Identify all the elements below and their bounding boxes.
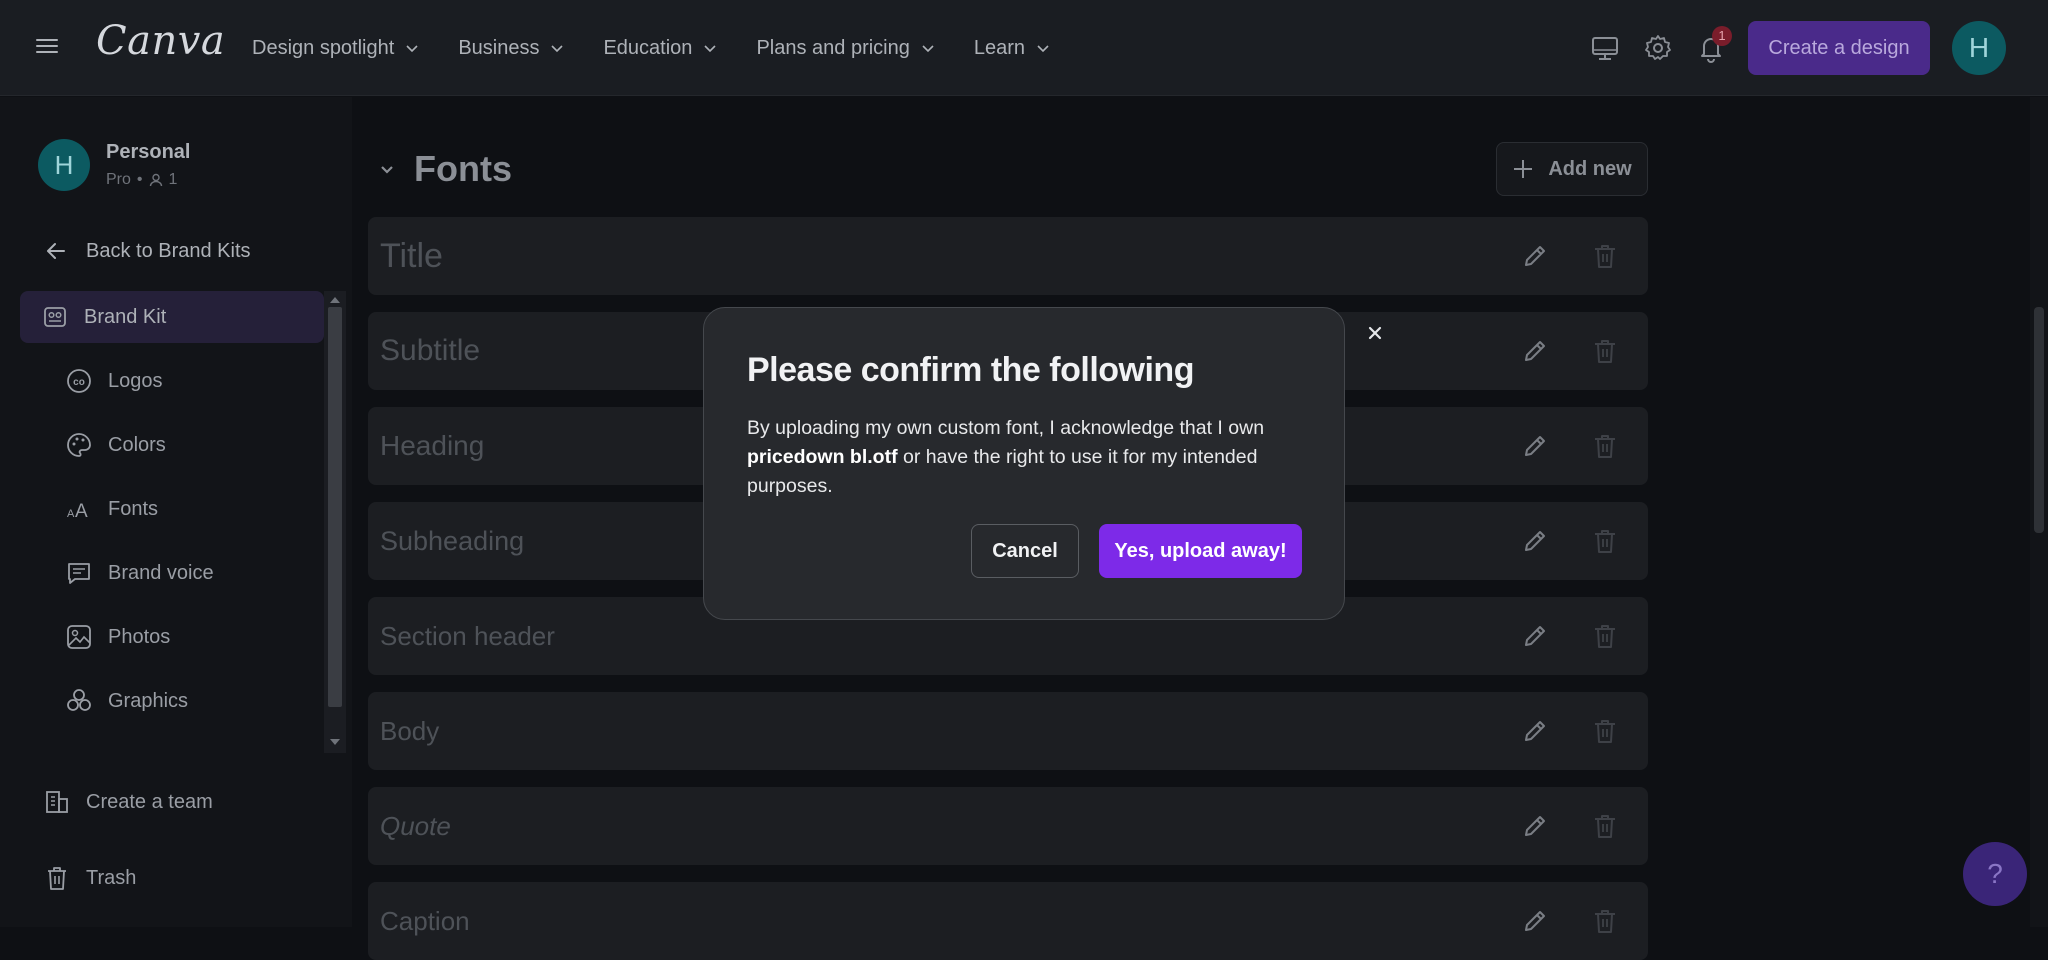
team-building-icon	[46, 791, 68, 813]
create-a-team-link[interactable]: Create a team	[44, 789, 213, 815]
sidebar-scroll-thumb[interactable]	[328, 307, 342, 707]
sidebar-item-fonts[interactable]: AA Fonts	[20, 483, 324, 535]
font-row[interactable]: Title	[368, 217, 1648, 295]
font-row-label: Subheading	[380, 525, 525, 556]
profile-avatar[interactable]: H	[38, 139, 90, 191]
chevron-down-icon	[551, 45, 564, 53]
edit-pencil-icon[interactable]	[1520, 526, 1550, 556]
desktop-app-icon[interactable]	[1590, 33, 1620, 63]
chevron-down-icon	[406, 45, 418, 53]
font-row-label: Quote	[380, 810, 451, 841]
brand-kit-icon	[42, 304, 68, 330]
font-row-label: Section header	[380, 620, 555, 651]
settings-gear-icon[interactable]	[1643, 33, 1673, 63]
delete-trash-icon[interactable]	[1590, 526, 1620, 556]
trash-icon	[48, 867, 66, 890]
close-icon[interactable]	[1360, 318, 1390, 348]
sidebar-item-logos[interactable]: co Logos	[20, 355, 324, 407]
font-row-label: Body	[380, 715, 440, 746]
logo-icon: co	[66, 368, 92, 394]
scroll-down-arrow[interactable]	[330, 739, 340, 745]
edit-pencil-icon[interactable]	[1520, 906, 1550, 936]
delete-trash-icon[interactable]	[1590, 906, 1620, 936]
sidebar-scrollbar[interactable]	[324, 291, 346, 753]
dialog-title: Please confirm the following	[747, 351, 1194, 389]
chevron-down-icon	[922, 45, 934, 53]
nav-business[interactable]: Business	[458, 37, 564, 60]
brand-kit-nav-list: Brand Kit co Logos Colors AA Fonts Brand…	[20, 291, 324, 739]
dialog-body: By uploading my own custom font, I ackno…	[747, 417, 1265, 497]
user-avatar[interactable]: H	[1952, 21, 2006, 75]
delete-trash-icon[interactable]	[1590, 336, 1620, 366]
menu-icon[interactable]	[36, 35, 58, 57]
profile-subtitle: Pro • 1	[106, 171, 177, 189]
add-new-font-button[interactable]: Add new	[1496, 142, 1648, 196]
profile-name[interactable]: Personal	[106, 141, 190, 164]
font-row-label: Title	[380, 236, 443, 275]
notification-badge: 1	[1712, 26, 1732, 46]
sidebar-item-brand-voice[interactable]: Brand voice	[20, 547, 324, 599]
edit-pencil-icon[interactable]	[1520, 336, 1550, 366]
main-nav: Design spotlight Business Education Plan…	[252, 0, 1089, 96]
main-scrollbar[interactable]	[2030, 97, 2048, 927]
person-icon	[149, 173, 162, 187]
svg-text:A: A	[67, 508, 75, 520]
photo-icon	[66, 624, 92, 650]
font-row-label: Caption	[380, 905, 470, 936]
cancel-button[interactable]: Cancel	[971, 524, 1079, 578]
svg-text:co: co	[73, 377, 85, 388]
create-a-design-button[interactable]: Create a design	[1748, 21, 1930, 75]
edit-pencil-icon[interactable]	[1520, 716, 1550, 746]
font-row-label: Heading	[380, 430, 485, 461]
help-button[interactable]: ?	[1963, 842, 2027, 906]
top-navigation-bar: Canva Design spotlight Business Educatio…	[0, 0, 2048, 96]
font-row[interactable]: Body	[368, 692, 1648, 770]
graphics-icon	[66, 688, 92, 714]
sidebar-item-graphics[interactable]: Graphics	[20, 675, 324, 727]
delete-trash-icon[interactable]	[1590, 431, 1620, 461]
confirm-upload-dialog: Please confirm the following By uploadin…	[703, 307, 1382, 620]
font-row[interactable]: Quote	[368, 787, 1648, 865]
profile-member-count: 1	[168, 171, 178, 188]
sidebar-item-brand-kit[interactable]: Brand Kit	[20, 291, 324, 343]
chevron-down-icon	[1037, 45, 1049, 53]
font-row-label: Subtitle	[380, 334, 481, 367]
palette-icon	[66, 432, 92, 458]
canva-logo[interactable]: Canva	[96, 18, 225, 64]
svg-text:A: A	[75, 501, 88, 522]
plus-icon	[1514, 160, 1533, 178]
section-title: Fonts	[414, 148, 512, 189]
edit-pencil-icon[interactable]	[1520, 811, 1550, 841]
brand-kit-sidebar: H Personal Pro • 1 Back to Brand Kits Br…	[0, 97, 352, 927]
sidebar-item-photos[interactable]: Photos	[20, 611, 324, 663]
delete-trash-icon[interactable]	[1590, 621, 1620, 651]
edit-pencil-icon[interactable]	[1520, 431, 1550, 461]
confirm-upload-button[interactable]: Yes, upload away!	[1099, 524, 1302, 578]
font-file-name: pricedown bl.otf	[747, 446, 898, 468]
font-row[interactable]: Caption	[368, 882, 1648, 960]
nav-plans-and-pricing[interactable]: Plans and pricing	[756, 37, 934, 60]
trash-link[interactable]: Trash	[44, 865, 136, 891]
scroll-up-arrow[interactable]	[330, 297, 340, 303]
main-scroll-thumb[interactable]	[2034, 307, 2044, 533]
brand-voice-icon	[66, 560, 92, 586]
delete-trash-icon[interactable]	[1590, 241, 1620, 271]
sidebar-item-colors[interactable]: Colors	[20, 419, 324, 471]
edit-pencil-icon[interactable]	[1520, 621, 1550, 651]
profile-plan: Pro	[106, 171, 131, 188]
nav-learn[interactable]: Learn	[974, 37, 1049, 60]
separator-dot: •	[136, 171, 143, 188]
delete-trash-icon[interactable]	[1590, 811, 1620, 841]
nav-education[interactable]: Education	[603, 37, 717, 60]
chevron-down-icon	[704, 45, 717, 53]
chevron-down-icon	[381, 166, 393, 174]
edit-pencil-icon[interactable]	[1520, 241, 1550, 271]
nav-design-spotlight[interactable]: Design spotlight	[252, 37, 418, 60]
fonts-icon: AA	[66, 496, 92, 522]
arrow-left-icon	[47, 243, 65, 259]
fonts-section-header[interactable]: Fonts	[378, 148, 512, 190]
delete-trash-icon[interactable]	[1590, 716, 1620, 746]
back-to-brand-kits-link[interactable]: Back to Brand Kits	[44, 239, 251, 263]
